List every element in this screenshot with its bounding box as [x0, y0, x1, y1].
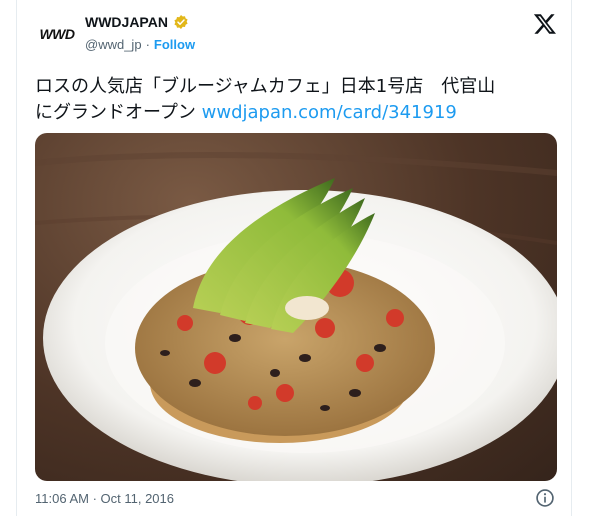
x-logo-icon[interactable]	[533, 12, 557, 36]
account-logo[interactable]: WWD	[35, 24, 79, 44]
info-icon[interactable]	[535, 488, 555, 508]
handle[interactable]: @wwd_jp	[85, 37, 142, 52]
display-name[interactable]: WWDJAPAN	[85, 14, 168, 30]
verified-badge-icon	[174, 15, 188, 29]
handle-separator: ·	[145, 37, 150, 52]
tweet-text: ロスの人気店「ブルージャムカフェ」日本1号店 代官山 にグランドオープン wwd…	[35, 74, 560, 126]
tweet-card: WWD WWDJAPAN @wwd_jp · Follow ロスの人気店「ブルー…	[16, 0, 572, 516]
food-photo-illustration	[35, 152, 557, 481]
tweet-timestamp[interactable]: 11:06 AM · Oct 11, 2016	[35, 491, 174, 506]
name-row: WWDJAPAN	[85, 14, 189, 30]
follow-button[interactable]: Follow	[154, 37, 195, 52]
tweet-link[interactable]: wwdjapan.com/card/341919	[202, 102, 457, 123]
tweet-text-line2: にグランドオープン	[35, 102, 202, 123]
tweet-text-line1: ロスの人気店「ブルージャムカフェ」日本1号店 代官山	[35, 76, 496, 97]
tweet-media-photo[interactable]	[35, 133, 557, 481]
handle-row: @wwd_jp · Follow	[85, 37, 195, 52]
